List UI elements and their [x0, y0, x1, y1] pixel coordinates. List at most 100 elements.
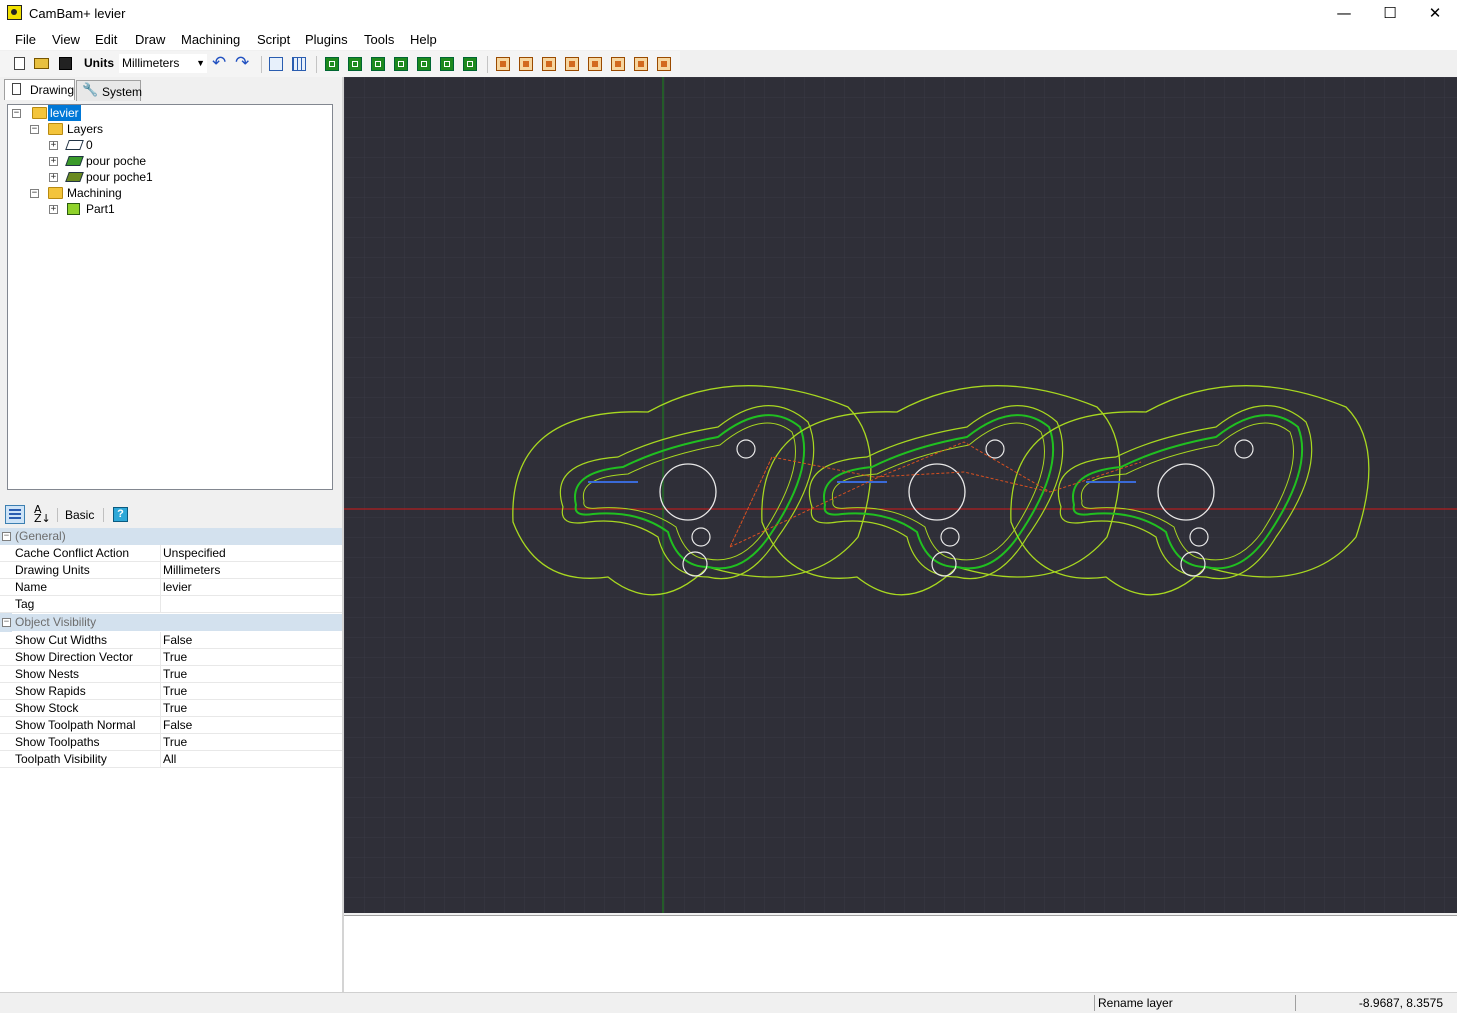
tab-drawing[interactable]: Drawing [4, 79, 75, 100]
style-icon[interactable] [657, 57, 671, 71]
prop-row[interactable]: Name levier [0, 579, 342, 596]
cad-viewport[interactable] [344, 77, 1457, 913]
expand-icon[interactable]: + [49, 205, 58, 214]
window-title: CamBam+ levier [29, 6, 126, 21]
prop-value[interactable]: False [163, 632, 339, 648]
units-label: Units [84, 56, 114, 70]
snap-icon[interactable] [269, 57, 283, 71]
redo-icon[interactable]: ↷ [235, 54, 251, 72]
prop-row[interactable]: Toolpath Visibility All [0, 751, 342, 768]
cut-icon[interactable] [588, 57, 602, 71]
prop-row[interactable]: Cache Conflict Action Unspecified [0, 545, 342, 562]
expand-icon[interactable]: + [49, 173, 58, 182]
menu-draw[interactable]: Draw [135, 32, 165, 47]
tab-drawing-label: Drawing [30, 83, 75, 97]
prop-row[interactable]: Show Toolpath Normal False [0, 717, 342, 734]
prop-value[interactable]: True [163, 734, 339, 750]
part-icon [67, 203, 80, 215]
prop-name: Show Toolpath Normal [15, 718, 136, 732]
collapse-icon[interactable]: − [30, 125, 39, 134]
layer-icon [65, 172, 84, 182]
lathe-icon[interactable] [440, 57, 454, 71]
drill-icon[interactable] [371, 57, 385, 71]
prop-value[interactable]: True [163, 649, 339, 665]
prop-name: Drawing Units [15, 563, 90, 577]
nest-icon[interactable] [611, 57, 625, 71]
collapse-icon[interactable]: − [30, 189, 39, 198]
prop-row[interactable]: Show Direction Vector True [0, 649, 342, 666]
collapse-icon[interactable]: − [2, 532, 11, 541]
prop-row[interactable]: Show Rapids True [0, 683, 342, 700]
menu-plugins[interactable]: Plugins [305, 32, 348, 47]
post-icon[interactable] [542, 57, 556, 71]
menu-help[interactable]: Help [410, 32, 437, 47]
category-general[interactable]: − (General) [0, 528, 342, 545]
prop-row[interactable]: Drawing Units Millimeters [0, 562, 342, 579]
gcode-icon[interactable] [496, 57, 510, 71]
prop-name: Show Nests [15, 667, 80, 681]
units-select[interactable]: Millimeters ▼ [119, 54, 207, 73]
prop-value[interactable]: Millimeters [163, 562, 339, 578]
pocket-icon[interactable] [348, 57, 362, 71]
engrave-icon[interactable] [394, 57, 408, 71]
collapse-icon[interactable]: − [2, 618, 11, 627]
prop-row[interactable]: Show Cut Widths False [0, 632, 342, 649]
prop-row[interactable]: Show Toolpaths True [0, 734, 342, 751]
prop-row[interactable]: Show Stock True [0, 700, 342, 717]
drawing-tree[interactable]: − levier − Layers + 0 + pour poche + pou… [7, 104, 333, 490]
category-title: Object Visibility [15, 615, 97, 629]
prop-row[interactable]: Tag [0, 596, 342, 613]
grid-icon[interactable] [292, 57, 306, 71]
categorized-button[interactable] [5, 505, 25, 524]
sort-az-icon: A Z↓ [34, 503, 51, 525]
save-icon[interactable] [59, 57, 72, 70]
tab-system[interactable]: 🔧 System [76, 80, 142, 101]
undo-icon[interactable]: ↶ [212, 54, 228, 72]
tree-layers-label: Layers [67, 122, 104, 136]
text-icon[interactable] [417, 57, 431, 71]
prop-value[interactable]: Unspecified [163, 545, 339, 561]
stock-icon[interactable] [565, 57, 579, 71]
prop-value[interactable]: levier [163, 579, 339, 595]
prop-value[interactable] [163, 596, 339, 612]
prop-name: Show Direction Vector [15, 650, 134, 664]
tree-root-label: levier [48, 105, 81, 121]
prop-value[interactable]: False [163, 717, 339, 733]
maximize-button[interactable]: ☐ [1367, 0, 1413, 28]
toolpath-icon[interactable] [519, 57, 533, 71]
title-bar: CamBam+ levier — ☐ ✕ [0, 0, 1457, 28]
expand-icon[interactable]: + [49, 141, 58, 150]
new-file-icon[interactable] [14, 57, 25, 70]
expand-icon[interactable]: + [49, 157, 58, 166]
3d-profile-icon[interactable] [463, 57, 477, 71]
prop-row[interactable]: Show Nests True [0, 666, 342, 683]
prop-value[interactable]: True [163, 700, 339, 716]
open-folder-icon[interactable] [34, 58, 49, 69]
basic-button[interactable]: Basic [65, 508, 94, 522]
tree-layer-label: pour poche [86, 154, 147, 168]
prop-value[interactable]: True [163, 666, 339, 682]
drawing-canvas[interactable] [344, 77, 1457, 913]
folder-icon [32, 107, 47, 119]
menu-machining[interactable]: Machining [181, 32, 240, 47]
profile-icon[interactable] [325, 57, 339, 71]
close-button[interactable]: ✕ [1412, 0, 1457, 28]
collapse-icon[interactable]: − [12, 109, 21, 118]
prop-value[interactable]: All [163, 751, 339, 767]
minimize-button[interactable]: — [1321, 0, 1367, 28]
menu-script[interactable]: Script [257, 32, 290, 47]
menu-tools[interactable]: Tools [364, 32, 394, 47]
prop-name: Show Cut Widths [15, 633, 108, 647]
status-message: Rename layer [1094, 995, 1292, 1011]
sort-alpha-button[interactable]: A Z↓ [34, 503, 52, 525]
help-icon[interactable]: ? [113, 507, 128, 522]
panel-splitter[interactable] [0, 497, 342, 501]
layer-icon [65, 140, 84, 150]
menu-file[interactable]: File [15, 32, 36, 47]
cam-icon[interactable] [634, 57, 648, 71]
menu-edit[interactable]: Edit [95, 32, 117, 47]
menu-view[interactable]: View [52, 32, 80, 47]
prop-value[interactable]: True [163, 683, 339, 699]
console-panel[interactable] [344, 915, 1457, 993]
category-object-visibility[interactable]: − Object Visibility [0, 614, 342, 631]
